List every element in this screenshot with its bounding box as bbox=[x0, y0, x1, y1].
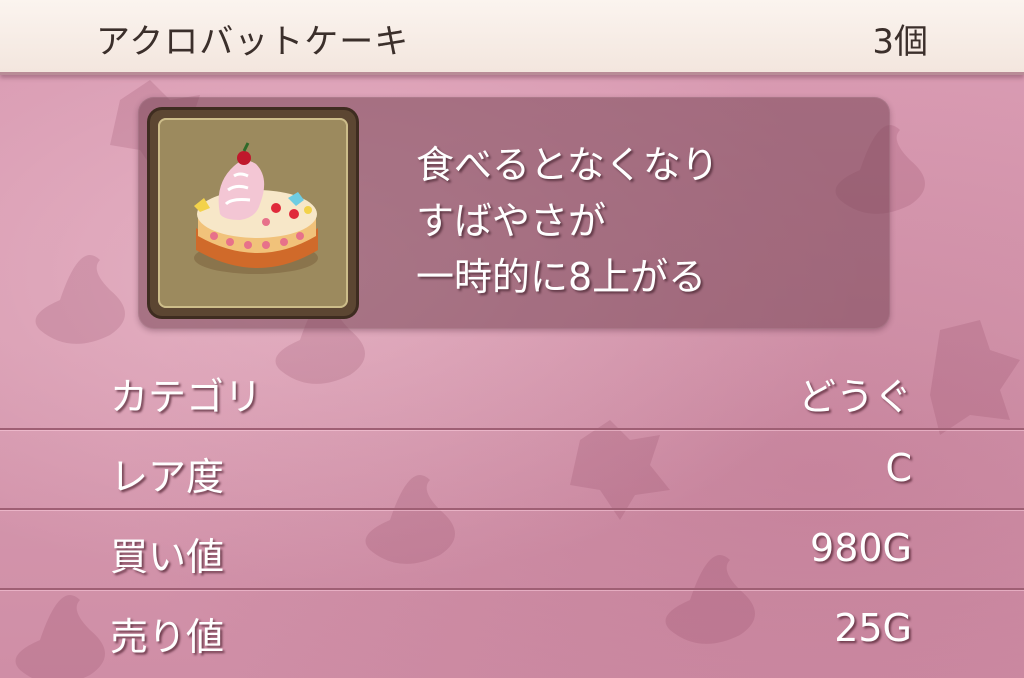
stat-row-sell-price: 売り値 25G bbox=[0, 590, 1024, 670]
item-count: 3個 bbox=[872, 22, 928, 62]
item-icon-frame bbox=[150, 110, 356, 316]
description-line: すばやさが bbox=[416, 199, 607, 243]
stat-row-rarity: レア度 C bbox=[0, 430, 1024, 510]
acrobat-cake-icon bbox=[194, 142, 318, 274]
item-header: アクロバットケーキ 3個 bbox=[0, 0, 1024, 75]
description-line: 食べるとなくなり bbox=[416, 143, 719, 187]
stat-row-buy-price: 買い値 980G bbox=[0, 510, 1024, 590]
stat-label: レア度 bbox=[110, 455, 225, 499]
stat-value: どうぐ bbox=[797, 375, 912, 419]
stat-row-category: カテゴリ どうぐ bbox=[0, 350, 1024, 430]
item-name: アクロバットケーキ bbox=[96, 22, 410, 62]
stat-value: C bbox=[885, 446, 912, 490]
stat-label: 買い値 bbox=[110, 535, 225, 579]
item-detail-screen: アクロバットケーキ 3個 食べるとなくなり すばやさが 一時的に8上がる カテゴ… bbox=[0, 0, 1024, 678]
item-info-panel: 食べるとなくなり すばやさが 一時的に8上がる bbox=[138, 97, 890, 329]
description-line: 一時的に8上がる bbox=[416, 255, 707, 299]
item-description: 食べるとなくなり すばやさが 一時的に8上がる bbox=[416, 137, 719, 305]
stat-label: カテゴリ bbox=[110, 375, 263, 419]
stat-value: 25G bbox=[834, 606, 912, 650]
stat-label: 売り値 bbox=[110, 615, 225, 659]
stat-value: 980G bbox=[810, 526, 912, 570]
